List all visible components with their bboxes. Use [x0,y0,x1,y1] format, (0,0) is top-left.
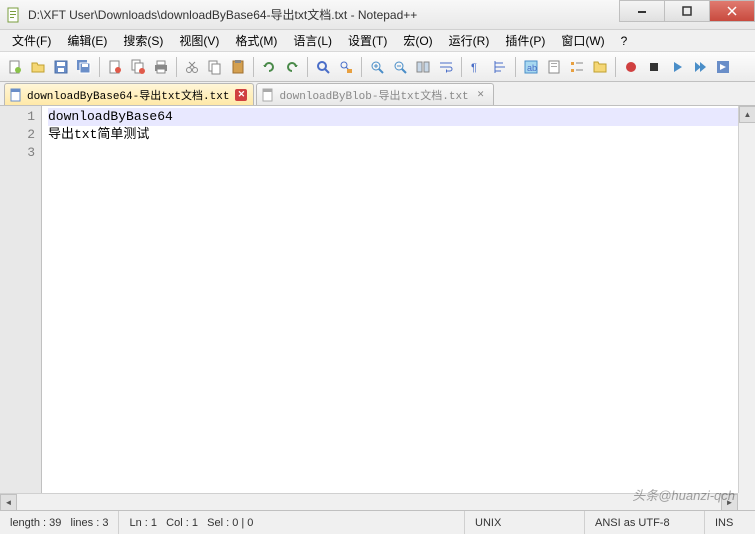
code-line: downloadByBase64 [48,108,749,126]
menu-help[interactable]: ? [613,32,636,50]
menu-bar: 文件(F) 编辑(E) 搜索(S) 视图(V) 格式(M) 语言(L) 设置(T… [0,30,755,52]
status-eol: UNIX [465,511,585,534]
toolbar-separator [307,57,308,77]
show-all-chars-icon[interactable]: ¶ [466,56,488,78]
status-length: length : 39 lines : 3 [0,511,119,534]
function-list-icon[interactable] [566,56,588,78]
toolbar-separator [461,57,462,77]
tab-inactive[interactable]: downloadByBlob-导出txt文档.txt ✕ [256,83,493,105]
close-all-icon[interactable] [127,56,149,78]
app-icon [6,7,22,23]
menu-file[interactable]: 文件(F) [4,30,59,51]
tab-label: downloadByBlob-导出txt文档.txt [279,87,468,103]
toolbar-separator [515,57,516,77]
undo-icon[interactable] [258,56,280,78]
tab-close-icon[interactable]: ✕ [475,89,487,101]
line-number: 1 [0,108,35,126]
line-number: 3 [0,144,35,162]
sync-scroll-icon[interactable] [412,56,434,78]
save-macro-icon[interactable] [712,56,734,78]
menu-language[interactable]: 语言(L) [285,30,340,51]
redo-icon[interactable] [281,56,303,78]
open-file-icon[interactable] [27,56,49,78]
close-file-icon[interactable] [104,56,126,78]
tab-bar: downloadByBase64-导出txt文档.txt ✕ downloadB… [0,82,755,106]
menu-search[interactable]: 搜索(S) [115,30,171,51]
menu-view[interactable]: 视图(V) [171,30,227,51]
zoom-in-icon[interactable] [366,56,388,78]
minimize-button[interactable] [619,0,665,22]
toolbar-separator [176,57,177,77]
svg-text:¶: ¶ [471,62,477,74]
file-icon [261,88,275,102]
play-multi-icon[interactable] [689,56,711,78]
line-number: 2 [0,126,35,144]
word-wrap-icon[interactable] [435,56,457,78]
doc-map-icon[interactable] [543,56,565,78]
menu-plugins[interactable]: 插件(P) [497,30,553,51]
print-icon[interactable] [150,56,172,78]
status-encoding: ANSI as UTF-8 [585,511,705,534]
status-bar: length : 39 lines : 3 Ln : 1 Col : 1 Sel… [0,510,755,534]
horizontal-scrollbar[interactable]: ◄ ► [0,493,738,510]
stop-macro-icon[interactable] [643,56,665,78]
cut-icon[interactable] [181,56,203,78]
scroll-right-icon[interactable]: ► [721,494,738,511]
save-icon[interactable] [50,56,72,78]
find-icon[interactable] [312,56,334,78]
code-line [48,144,749,162]
tab-label: downloadByBase64-导出txt文档.txt [27,87,229,103]
record-macro-icon[interactable] [620,56,642,78]
scroll-left-icon[interactable]: ◄ [0,494,17,511]
menu-run[interactable]: 运行(R) [441,30,498,51]
tab-close-icon[interactable]: ✕ [235,89,247,101]
window-controls [620,0,755,29]
menu-edit[interactable]: 编辑(E) [59,30,115,51]
status-mode: INS [705,511,755,534]
menu-settings[interactable]: 设置(T) [340,30,395,51]
line-number-gutter: 1 2 3 [0,106,42,510]
menu-format[interactable]: 格式(M) [227,30,285,51]
folder-tree-icon[interactable] [589,56,611,78]
file-icon [9,88,23,102]
scroll-corner [738,493,755,510]
editor: 1 2 3 downloadByBase64 导出txt简单测试 ▲ ◄ ► [0,106,755,510]
replace-icon[interactable] [335,56,357,78]
zoom-out-icon[interactable] [389,56,411,78]
menu-window[interactable]: 窗口(W) [553,30,612,51]
scroll-track[interactable] [17,494,721,510]
new-file-icon[interactable] [4,56,26,78]
toolbar-separator [615,57,616,77]
toolbar-separator [99,57,100,77]
window-title: D:\XFT User\Downloads\downloadByBase64-导… [28,6,620,23]
save-all-icon[interactable] [73,56,95,78]
maximize-button[interactable] [664,0,710,22]
toolbar-separator [361,57,362,77]
toolbar-separator [253,57,254,77]
toolbar: ¶ ab [0,52,755,82]
indent-guide-icon[interactable] [489,56,511,78]
status-position: Ln : 1 Col : 1 Sel : 0 | 0 [119,511,465,534]
tab-active[interactable]: downloadByBase64-导出txt文档.txt ✕ [4,83,254,105]
paste-icon[interactable] [227,56,249,78]
copy-icon[interactable] [204,56,226,78]
title-bar: D:\XFT User\Downloads\downloadByBase64-导… [0,0,755,30]
code-line: 导出txt简单测试 [48,126,749,144]
close-button[interactable] [709,0,755,22]
play-macro-icon[interactable] [666,56,688,78]
svg-text:ab: ab [527,63,537,73]
user-lang-icon[interactable]: ab [520,56,542,78]
code-area[interactable]: downloadByBase64 导出txt简单测试 [42,106,755,510]
vertical-scrollbar[interactable]: ▲ [738,106,755,510]
scroll-up-icon[interactable]: ▲ [739,106,755,123]
menu-macro[interactable]: 宏(O) [395,30,440,51]
